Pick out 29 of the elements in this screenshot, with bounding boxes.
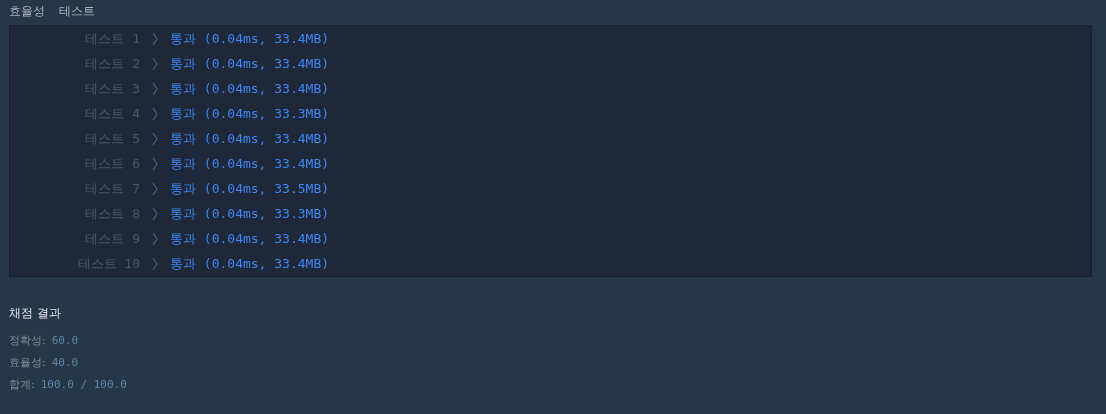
chevron-icon: [152, 231, 158, 246]
score-label: 합계:: [9, 376, 35, 392]
chevron-icon: [152, 206, 158, 221]
score-label: 정확성:: [9, 332, 46, 348]
chevron-icon: [152, 81, 158, 96]
test-result: 통과 (0.04ms, 33.5MB): [170, 179, 330, 198]
test-result: 통과 (0.04ms, 33.4MB): [170, 29, 330, 48]
chevron-icon: [152, 256, 158, 271]
section-subtitle: 테스트: [59, 3, 95, 20]
test-result: 통과 (0.04ms, 33.4MB): [170, 229, 330, 248]
test-result: 통과 (0.04ms, 33.4MB): [170, 129, 330, 148]
chevron-icon: [152, 31, 158, 46]
score-value: 40.0: [51, 355, 79, 369]
test-result: 통과 (0.04ms, 33.4MB): [170, 154, 330, 173]
test-result: 통과 (0.04ms, 33.4MB): [170, 254, 330, 273]
score-value: 60.0: [51, 333, 79, 347]
test-result: 통과 (0.04ms, 33.3MB): [170, 204, 330, 223]
chevron-icon: [152, 181, 158, 196]
test-result: 통과 (0.04ms, 33.3MB): [170, 104, 330, 123]
grading-title: 채점 결과: [9, 304, 62, 322]
chevron-icon: [152, 156, 158, 171]
chevron-icon: [152, 106, 158, 121]
section-title: 효율성: [9, 3, 45, 20]
chevron-icon: [152, 56, 158, 71]
score-value: 100.0 / 100.0: [40, 377, 127, 391]
score-label: 효율성:: [9, 354, 46, 370]
test-result: 통과 (0.04ms, 33.4MB): [170, 79, 330, 98]
test-result: 통과 (0.04ms, 33.4MB): [170, 54, 330, 73]
chevron-icon: [152, 131, 158, 146]
